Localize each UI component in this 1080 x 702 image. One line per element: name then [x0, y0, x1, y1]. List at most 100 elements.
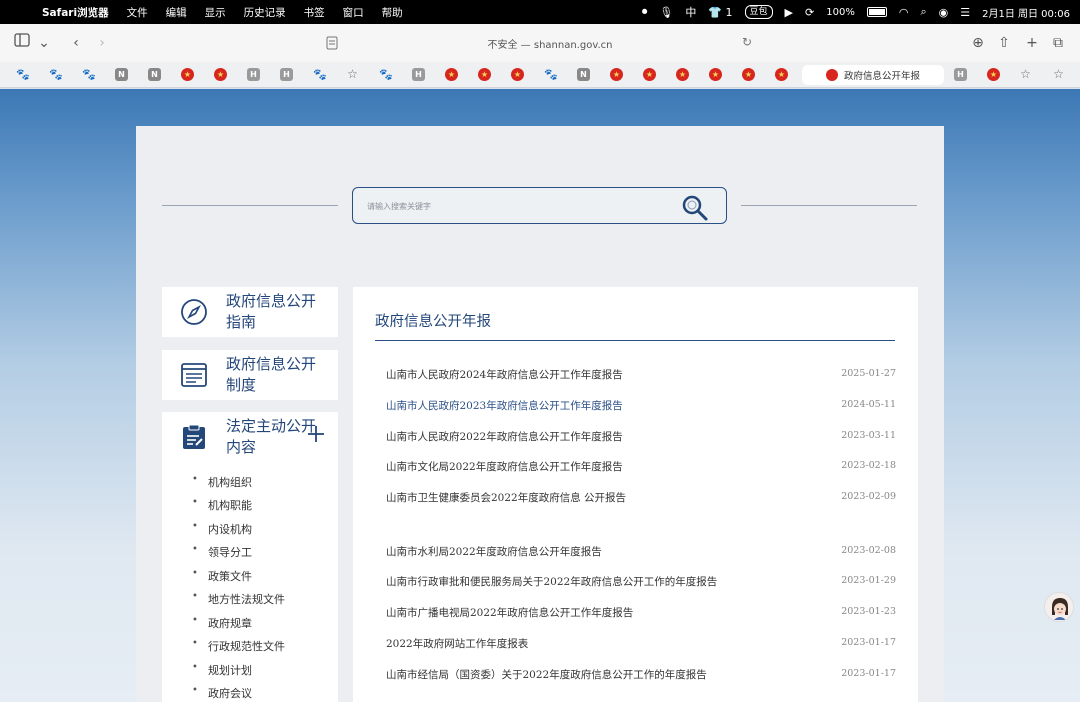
sidebar-subitem[interactable]: 内设机构	[192, 521, 252, 537]
star-icon[interactable]: ☆	[346, 68, 359, 81]
report-list-item[interactable]: 2022年政府网站工作年度报表 2023-01-17	[386, 636, 896, 652]
h-site-icon[interactable]: H	[247, 68, 260, 81]
gov-emblem-icon[interactable]: ★	[610, 68, 623, 81]
menu-bookmarks[interactable]: 书签	[304, 5, 325, 20]
report-title[interactable]: 山南市广播电视局2022年政府信息公开工作年度报告	[386, 605, 633, 620]
report-list-item[interactable]: 山南市广播电视局2022年政府信息公开工作年度报告 2023-01-23	[386, 605, 896, 621]
report-title[interactable]: 山南市文化局2022年度政府信息公开工作年度报告	[386, 459, 623, 474]
sidebar-subitem[interactable]: 机构组织	[192, 474, 252, 490]
battery-icon[interactable]	[866, 7, 887, 17]
report-list-item[interactable]: 山南市人民政府2024年政府信息公开工作年度报告 2025-01-27	[386, 367, 896, 383]
gov-emblem-icon[interactable]: ★	[676, 68, 689, 81]
sidebar-subitem[interactable]: 规划计划	[192, 662, 252, 678]
wechat-icon[interactable]: 👕 1	[708, 6, 732, 19]
share-icon[interactable]: ⇧	[994, 33, 1014, 53]
report-list-item[interactable]: 山南市卫生健康委员会2022年度政府信息 公开报告 2023-02-09	[386, 490, 896, 506]
gov-emblem-icon[interactable]: ★	[742, 68, 755, 81]
report-list-item[interactable]: 山南市人民政府2023年政府信息公开工作年度报告 2024-05-11	[386, 398, 896, 414]
spotlight-search-icon[interactable]: ⌕	[920, 5, 926, 19]
baidu-paw-icon[interactable]: 🐾	[544, 68, 558, 81]
play-icon[interactable]: ▶	[785, 6, 793, 19]
back-icon[interactable]: ‹	[66, 33, 86, 53]
menu-window[interactable]: 窗口	[343, 5, 364, 20]
sidebar-subitem[interactable]: 政府规章	[192, 615, 252, 631]
input-method-icon[interactable]: 中	[685, 4, 696, 20]
gov-emblem-icon[interactable]: ★	[181, 68, 194, 81]
search-input[interactable]	[367, 197, 667, 215]
gov-emblem-icon[interactable]: ★	[445, 68, 458, 81]
sidebar-card-system[interactable]: 政府信息公开制度	[162, 350, 338, 400]
star-icon[interactable]: ☆	[1052, 68, 1065, 81]
active-favorite-tab[interactable]: 政府信息公开年报	[802, 65, 944, 85]
report-title[interactable]: 山南市行政审批和便民服务局关于2022年政府信息公开工作的年度报告	[386, 574, 717, 589]
sidebar-subitem[interactable]: 政府会议	[192, 685, 252, 701]
new-tab-icon[interactable]: +	[1022, 33, 1042, 53]
forward-icon[interactable]: ›	[92, 33, 112, 53]
menu-safari[interactable]: Safari浏览器	[42, 5, 109, 20]
doubao-status-pill[interactable]: 豆包	[744, 5, 773, 19]
gov-emblem-icon[interactable]: ★	[478, 68, 491, 81]
gov-emblem-icon	[826, 69, 838, 81]
microphone-icon[interactable]: 🎙	[659, 6, 673, 19]
n-site-icon[interactable]: N	[148, 68, 161, 81]
menu-history[interactable]: 历史记录	[244, 5, 286, 20]
wifi-icon[interactable]: ◠	[899, 6, 909, 19]
reload-icon[interactable]: ↻	[742, 35, 752, 49]
gov-emblem-icon[interactable]: ★	[775, 68, 788, 81]
chevron-down-icon[interactable]: ⌄	[34, 33, 54, 53]
gov-emblem-icon[interactable]: ★	[709, 68, 722, 81]
baidu-paw-icon[interactable]: 🐾	[16, 68, 30, 81]
baidu-paw-icon[interactable]: 🐾	[313, 68, 327, 81]
reader-mode-icon[interactable]	[326, 35, 338, 50]
report-title[interactable]: 山南市人民政府2023年政府信息公开工作年度报告	[386, 398, 623, 413]
report-title[interactable]: 山南市卫生健康委员会2022年度政府信息 公开报告	[386, 490, 626, 505]
menu-edit[interactable]: 编辑	[166, 5, 187, 20]
search-icon[interactable]	[681, 194, 709, 222]
report-date: 2023-01-17	[841, 637, 896, 648]
gov-emblem-icon[interactable]: ★	[214, 68, 227, 81]
control-center-icon[interactable]: ☰	[960, 6, 970, 19]
sync-icon[interactable]: ⟳	[805, 6, 814, 19]
sidebar-subitem[interactable]: 领导分工	[192, 544, 252, 560]
record-icon[interactable]: ⏺	[642, 5, 648, 19]
expand-plus-icon[interactable]	[306, 424, 326, 444]
report-title[interactable]: 山南市水利局2022年度政府信息公开年度报告	[386, 544, 602, 559]
report-list-item[interactable]: 山南市经信局（国资委）关于2022年度政府信息公开工作的年度报告 2023-01…	[386, 667, 896, 683]
n-site-icon[interactable]: N	[115, 68, 128, 81]
baidu-paw-icon[interactable]: 🐾	[379, 68, 393, 81]
menu-help[interactable]: 帮助	[382, 5, 403, 20]
report-list-item[interactable]: 山南市水利局2022年度政府信息公开年度报告 2023-02-08	[386, 544, 896, 560]
sidebar-toggle-icon[interactable]	[12, 33, 32, 53]
menubar-datetime[interactable]: 2月1日 周日 00:06	[982, 5, 1070, 20]
sidebar-subitem[interactable]: 政策文件	[192, 568, 252, 584]
sidebar-card-statutory[interactable]: 法定主动公开内容	[162, 412, 338, 462]
gov-emblem-icon[interactable]: ★	[987, 68, 1000, 81]
menu-view[interactable]: 显示	[205, 5, 226, 20]
h-site-icon[interactable]: H	[954, 68, 967, 81]
report-list-item[interactable]: 山南市行政审批和便民服务局关于2022年政府信息公开工作的年度报告 2023-0…	[386, 574, 896, 590]
report-list-item[interactable]: 山南市文化局2022年度政府信息公开工作年度报告 2023-02-18	[386, 459, 896, 475]
siri-icon[interactable]: ◉	[939, 6, 949, 19]
report-list-item[interactable]: 山南市人民政府2022年政府信息公开工作年度报告 2023-03-11	[386, 429, 896, 445]
h-site-icon[interactable]: H	[280, 68, 293, 81]
h-site-icon[interactable]: H	[412, 68, 425, 81]
report-title[interactable]: 山南市经信局（国资委）关于2022年度政府信息公开工作的年度报告	[386, 667, 707, 682]
gov-emblem-icon[interactable]: ★	[643, 68, 656, 81]
report-title[interactable]: 山南市人民政府2022年政府信息公开工作年度报告	[386, 429, 623, 444]
sidebar-subitem[interactable]: 机构职能	[192, 497, 252, 513]
star-icon[interactable]: ☆	[1019, 68, 1032, 81]
tab-overview-icon[interactable]: ⧉	[1048, 33, 1068, 53]
sidebar-subitem[interactable]: 行政规范性文件	[192, 638, 285, 654]
sidebar-subitem[interactable]: 地方性法规文件	[192, 591, 285, 607]
address-bar[interactable]: 不安全 — shannan.gov.cn	[470, 36, 630, 51]
report-title[interactable]: 2022年政府网站工作年度报表	[386, 636, 528, 651]
assistant-avatar[interactable]	[1044, 592, 1074, 622]
n-site-icon[interactable]: N	[577, 68, 590, 81]
report-title[interactable]: 山南市人民政府2024年政府信息公开工作年度报告	[386, 367, 623, 382]
baidu-paw-icon[interactable]: 🐾	[49, 68, 63, 81]
baidu-paw-icon[interactable]: 🐾	[82, 68, 96, 81]
download-icon[interactable]: ⊕	[968, 33, 988, 53]
gov-emblem-icon[interactable]: ★	[511, 68, 524, 81]
menu-file[interactable]: 文件	[127, 5, 148, 20]
sidebar-card-guide[interactable]: 政府信息公开指南	[162, 287, 338, 337]
